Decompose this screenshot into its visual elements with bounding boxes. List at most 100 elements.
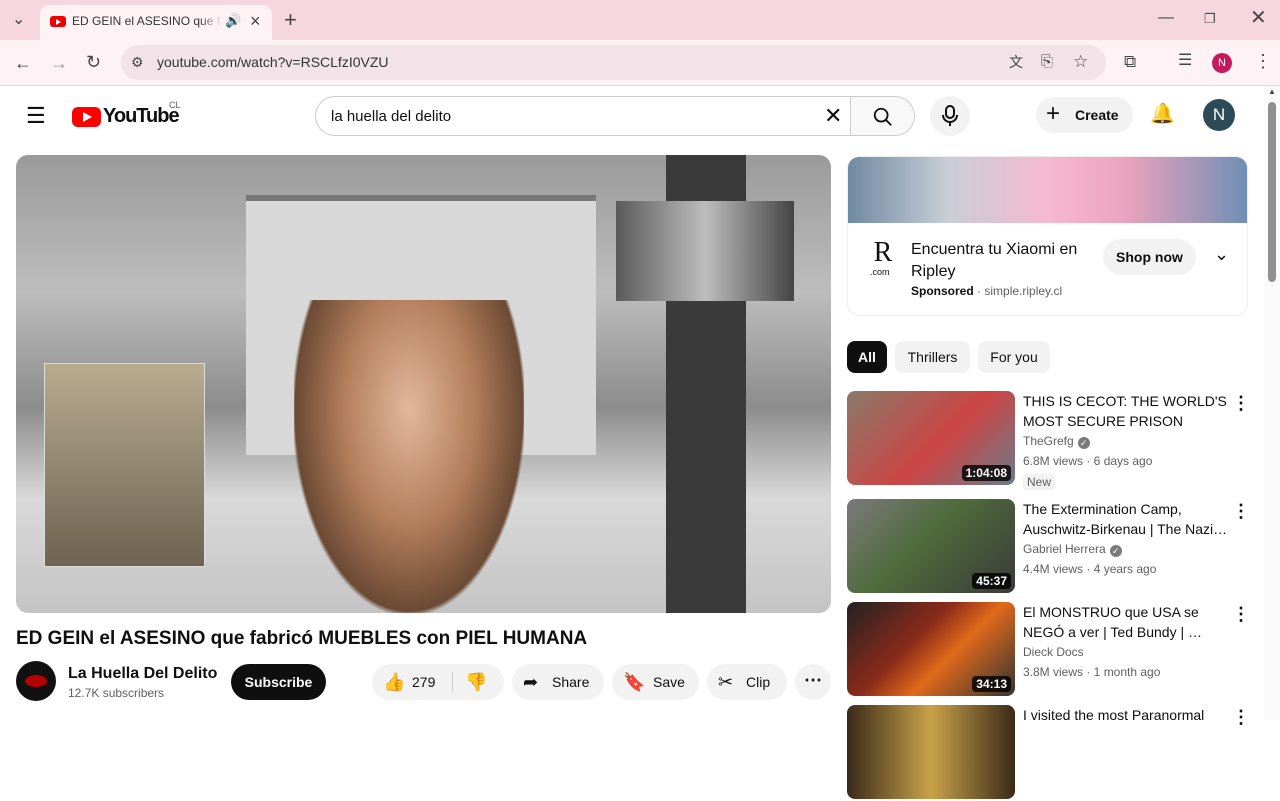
search-query: la huella del delito — [331, 108, 452, 125]
chip-for-you[interactable]: For you — [978, 341, 1050, 373]
video-thumbnail[interactable]: 45:37 — [847, 499, 1015, 593]
search-button[interactable] — [851, 96, 915, 136]
share-label: Share — [552, 674, 590, 690]
ripley-logo-letter: R — [873, 237, 893, 268]
shop-now-button[interactable]: Shop now — [1103, 239, 1196, 275]
reload-icon[interactable]: ↻ — [86, 53, 101, 71]
recommendation-item[interactable]: I visited the most Paranormal ⋮ — [847, 705, 1257, 801]
plus-icon: + — [1046, 100, 1061, 127]
ad-banner-image[interactable] — [848, 157, 1247, 223]
browser-menu-icon[interactable]: ⋮ — [1254, 52, 1272, 70]
recommendation-channel[interactable]: Gabriel Herrera ✓ — [1023, 542, 1122, 557]
clip-label: Clip — [746, 674, 771, 690]
new-tab-icon[interactable]: + — [284, 9, 297, 31]
verified-check-icon: ✓ — [1109, 545, 1122, 557]
like-button[interactable]: 👍 279 — [372, 664, 452, 700]
forward-icon[interactable]: → — [50, 54, 68, 72]
share-arrow-icon: ➦ — [523, 672, 539, 692]
more-vertical-icon[interactable]: ⋮ — [1232, 501, 1250, 522]
voice-search-button[interactable] — [930, 96, 970, 136]
install-app-icon[interactable]: ⎘ — [1041, 54, 1053, 69]
video-duration: 1:04:08 — [961, 465, 1011, 481]
more-actions-button[interactable]: ⋯ — [795, 664, 831, 700]
bookmark-icon: 🔖 — [623, 672, 646, 692]
more-vertical-icon[interactable]: ⋮ — [1232, 393, 1250, 414]
youtube-logo[interactable]: YouTube CL — [72, 100, 192, 129]
user-avatar[interactable]: N — [1203, 99, 1235, 131]
address-bar[interactable]: ⚙ youtube.com/watch?v=RSCLfzI0VZU 文 ⎘ ☆ — [121, 45, 1106, 80]
more-vertical-icon[interactable]: ⋮ — [1232, 604, 1250, 625]
channel-label: TheGrefg — [1023, 434, 1074, 448]
youtube-favicon-icon — [50, 16, 66, 27]
scrollbar-thumb[interactable] — [1268, 102, 1276, 282]
ad-sponsored-line: Sponsored · simple.ripley.cl — [911, 284, 1062, 298]
page-scrollbar[interactable]: ▲ — [1264, 86, 1280, 720]
video-duration: 34:13 — [972, 676, 1011, 692]
recommendation-item[interactable]: 1:04:08 THIS IS CECOT: THE WORLD'S MOST … — [847, 391, 1257, 490]
back-icon[interactable]: ← — [14, 54, 32, 72]
notifications-bell-icon[interactable]: 🔔 — [1150, 104, 1175, 124]
video-inset-photo-men — [616, 201, 794, 301]
recommendation-title[interactable]: THIS IS CECOT: THE WORLD'S MOST SECURE P… — [1023, 391, 1228, 431]
subscribe-button[interactable]: Subscribe — [231, 664, 326, 700]
share-button[interactable]: ➦ Share — [512, 664, 604, 700]
youtube-logo-text: YouTube — [103, 105, 180, 127]
audio-playing-icon[interactable]: 🔊 — [225, 14, 241, 27]
ad-domain: simple.ripley.cl — [984, 284, 1063, 298]
more-vertical-icon[interactable]: ⋮ — [1232, 707, 1250, 728]
restore-icon[interactable]: ❐ — [1204, 12, 1216, 25]
ripley-logo-sub: .com — [870, 267, 890, 277]
minimize-icon[interactable]: — — [1158, 10, 1174, 26]
recommendation-item[interactable]: 34:13 El MONSTRUO que USA se NEGÓ a ver … — [847, 602, 1257, 698]
verified-check-icon: ✓ — [1077, 437, 1090, 449]
dislike-button[interactable]: 👎 — [453, 664, 504, 700]
translate-icon[interactable]: 文 — [1009, 55, 1023, 69]
clear-search-icon[interactable]: ✕ — [824, 105, 842, 127]
profile-avatar[interactable]: N — [1212, 53, 1232, 73]
browser-tab[interactable]: ED GEIN el ASESINO que fabricó MUEBLES c… — [40, 5, 272, 40]
clip-button[interactable]: ✂ Clip — [707, 664, 787, 700]
ripley-logo: R .com — [868, 237, 898, 277]
channel-label: Gabriel Herrera — [1023, 542, 1106, 556]
video-thumbnail[interactable]: 34:13 — [847, 602, 1015, 696]
recommendation-channel[interactable]: Dieck Docs — [1023, 645, 1084, 659]
browser-tab-strip: ⌄ ED GEIN el ASESINO que fabricó MUEBLES… — [0, 0, 1280, 40]
recommendation-title[interactable]: El MONSTRUO que USA se NEGÓ a ver | Ted … — [1023, 602, 1228, 642]
video-thumbnail[interactable] — [847, 705, 1015, 799]
more-horizontal-icon: ⋯ — [804, 670, 822, 690]
save-button[interactable]: 🔖 Save — [612, 664, 699, 700]
like-dislike-group: 👍 279 👎 — [372, 664, 504, 700]
create-label: Create — [1075, 107, 1119, 123]
thumbs-up-icon: 👍 — [383, 672, 406, 692]
like-count: 279 — [412, 674, 436, 690]
save-label: Save — [653, 674, 685, 690]
tab-close-icon[interactable]: × — [250, 12, 261, 30]
ad-expand-chevron-icon[interactable]: ⌄ — [1214, 245, 1229, 263]
recommendation-title[interactable]: I visited the most Paranormal — [1023, 705, 1228, 725]
recommendation-item[interactable]: 45:37 The Extermination Camp, Auschwitz-… — [847, 499, 1257, 595]
extensions-icon[interactable]: ⧉ — [1124, 53, 1136, 70]
chip-thrillers[interactable]: Thrillers — [895, 341, 970, 373]
channel-avatar[interactable] — [16, 661, 56, 701]
scroll-up-arrow-icon[interactable]: ▲ — [1268, 88, 1276, 96]
media-controls-icon[interactable]: ☰ — [1178, 53, 1192, 69]
site-info-icon[interactable]: ⚙ — [131, 55, 144, 69]
video-thumbnail[interactable]: 1:04:08 — [847, 391, 1015, 485]
thumbs-down-icon: 👎 — [465, 672, 488, 692]
chip-all[interactable]: All — [847, 341, 887, 373]
create-button[interactable]: + Create — [1036, 97, 1133, 133]
sponsored-ad[interactable]: R .com Encuentra tu Xiaomi en Ripley Spo… — [847, 156, 1248, 316]
video-presenter — [294, 300, 524, 613]
recommendation-title[interactable]: The Extermination Camp, Auschwitz-Birken… — [1023, 499, 1228, 539]
region-code: CL — [169, 100, 181, 110]
tab-search-icon[interactable]: ⌄ — [12, 12, 25, 28]
video-player[interactable] — [16, 155, 831, 613]
search-input[interactable]: la huella del delito ✕ — [315, 96, 851, 136]
recommendation-meta: 3.8M views · 1 month ago — [1023, 665, 1161, 679]
recommendation-channel[interactable]: TheGrefg ✓ — [1023, 434, 1090, 449]
hamburger-menu-icon[interactable]: ☰ — [26, 105, 46, 127]
bookmark-star-icon[interactable]: ☆ — [1073, 53, 1088, 70]
channel-name[interactable]: La Huella Del Delito — [68, 665, 217, 683]
ad-headline[interactable]: Encuentra tu Xiaomi en Ripley — [911, 239, 1101, 283]
window-close-icon[interactable]: ✕ — [1250, 8, 1267, 28]
